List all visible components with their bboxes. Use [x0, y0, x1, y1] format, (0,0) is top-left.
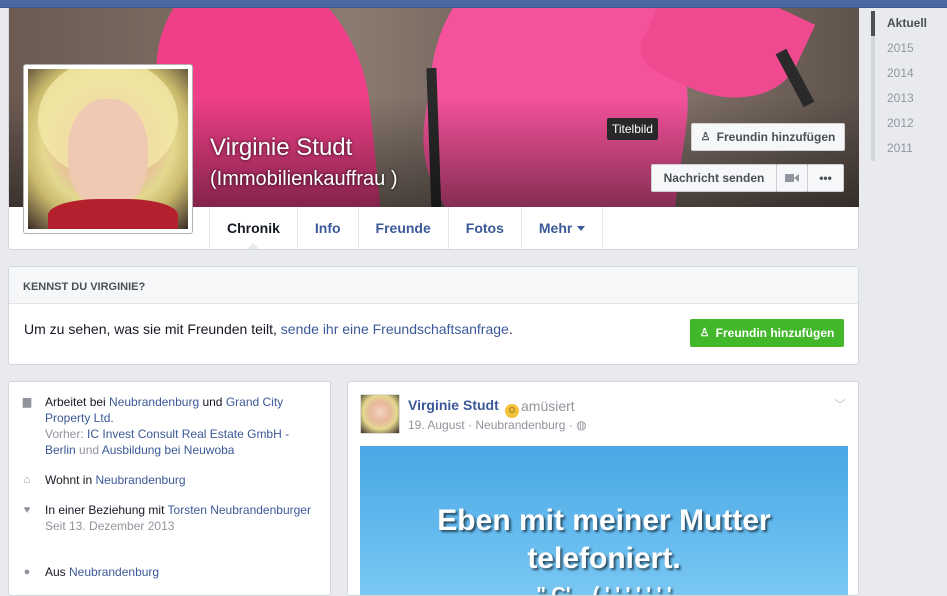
briefcase-icon: ▆: [22, 396, 32, 408]
tab-fotos[interactable]: Fotos: [449, 207, 522, 249]
from-link[interactable]: Neubrandenburg: [69, 565, 159, 579]
post-meta: 19. August · Neubrandenburg · ◍: [408, 418, 587, 432]
know-card: KENNST DU VIRGINIE? Um zu sehen, was sie…: [8, 266, 859, 365]
post-avatar[interactable]: [360, 394, 400, 434]
intro-card: ▆ Arbeitet bei Neubrandenburg und Grand …: [8, 381, 331, 596]
info-work: ▆ Arbeitet bei Neubrandenburg und Grand …: [22, 395, 290, 457]
partner-link[interactable]: Torsten Neubrandenburger: [168, 503, 311, 517]
profile-header: Virginie Studt (Immobilienkauffrau ) Tit…: [8, 8, 859, 250]
profile-subtitle: (Immobilienkauffrau ): [210, 168, 398, 190]
globe-icon: ◍: [576, 418, 587, 432]
timeline-item-2015[interactable]: 2015: [871, 36, 941, 61]
timeline-item-2014[interactable]: 2014: [871, 61, 941, 86]
know-text: Um zu sehen, was sie mit Freunden teilt,…: [24, 321, 513, 337]
profile-name[interactable]: Virginie Studt: [210, 134, 352, 162]
timeline-item-2013[interactable]: 2013: [871, 86, 941, 111]
info-lives: ⌂ Wohnt in Neubrandenburg: [21, 472, 321, 488]
heart-icon: ♥: [23, 504, 31, 516]
timeline-item-aktuell[interactable]: Aktuell: [871, 11, 941, 36]
know-heading: KENNST DU VIRGINIE?: [9, 267, 858, 304]
lives-link[interactable]: Neubrandenburg: [95, 473, 185, 487]
tab-freunde[interactable]: Freunde: [359, 207, 449, 249]
timeline-item-2012[interactable]: 2012: [871, 111, 941, 136]
profile-tabs: Chronik Info Freunde Fotos Mehr: [209, 207, 604, 249]
timeline-item-2011[interactable]: 2011: [871, 136, 941, 161]
location-pin-icon: ●: [23, 566, 31, 578]
info-from: ● Aus Neubrandenburg: [21, 564, 321, 580]
work-link-1[interactable]: Neubrandenburg: [109, 395, 199, 409]
info-relationship: ♥ In einer Beziehung mit Torsten Neubran…: [21, 502, 321, 534]
friend-request-link[interactable]: sende ihr eine Freundschaftsanfrage: [281, 321, 509, 337]
profile-picture[interactable]: [23, 64, 193, 234]
post-options-chevron-icon[interactable]: ﹀: [834, 396, 846, 413]
top-nav-bar: [0, 0, 947, 8]
video-camera-icon: [785, 174, 799, 182]
home-icon: ⌂: [23, 474, 31, 486]
post-author[interactable]: Virginie Studt: [408, 397, 499, 413]
tab-chronik[interactable]: Chronik: [210, 207, 298, 249]
add-friend-icon: ♙: [700, 131, 711, 143]
tab-mehr[interactable]: Mehr: [522, 207, 604, 249]
cover-tooltip: Titelbild: [607, 118, 658, 140]
smiley-icon: ☺: [505, 404, 519, 418]
add-friend-button[interactable]: ♙ Freundin hinzufügen: [691, 123, 845, 151]
chevron-down-icon: [577, 225, 586, 235]
add-friend-icon: ♙: [699, 327, 710, 339]
more-options-button[interactable]: •••: [807, 164, 844, 192]
post-card: Virginie Studt ☺ amüsiert 19. August · Ne…: [347, 381, 859, 596]
post-feeling: ☺ amüsiert: [505, 398, 575, 418]
add-friend-green-button[interactable]: ♙ Freundin hinzufügen: [690, 319, 844, 347]
prev-work-link-2[interactable]: Ausbildung bei Neuwoba: [102, 443, 235, 457]
send-message-button[interactable]: Nachricht senden: [651, 164, 777, 192]
timeline-years: Aktuell 2015 2014 2013 2012 2011: [871, 11, 941, 161]
tab-info[interactable]: Info: [298, 207, 359, 249]
post-image[interactable]: Eben mit meiner Mutter telefoniert. " Ç'…: [360, 446, 848, 595]
video-call-button[interactable]: [776, 164, 808, 192]
